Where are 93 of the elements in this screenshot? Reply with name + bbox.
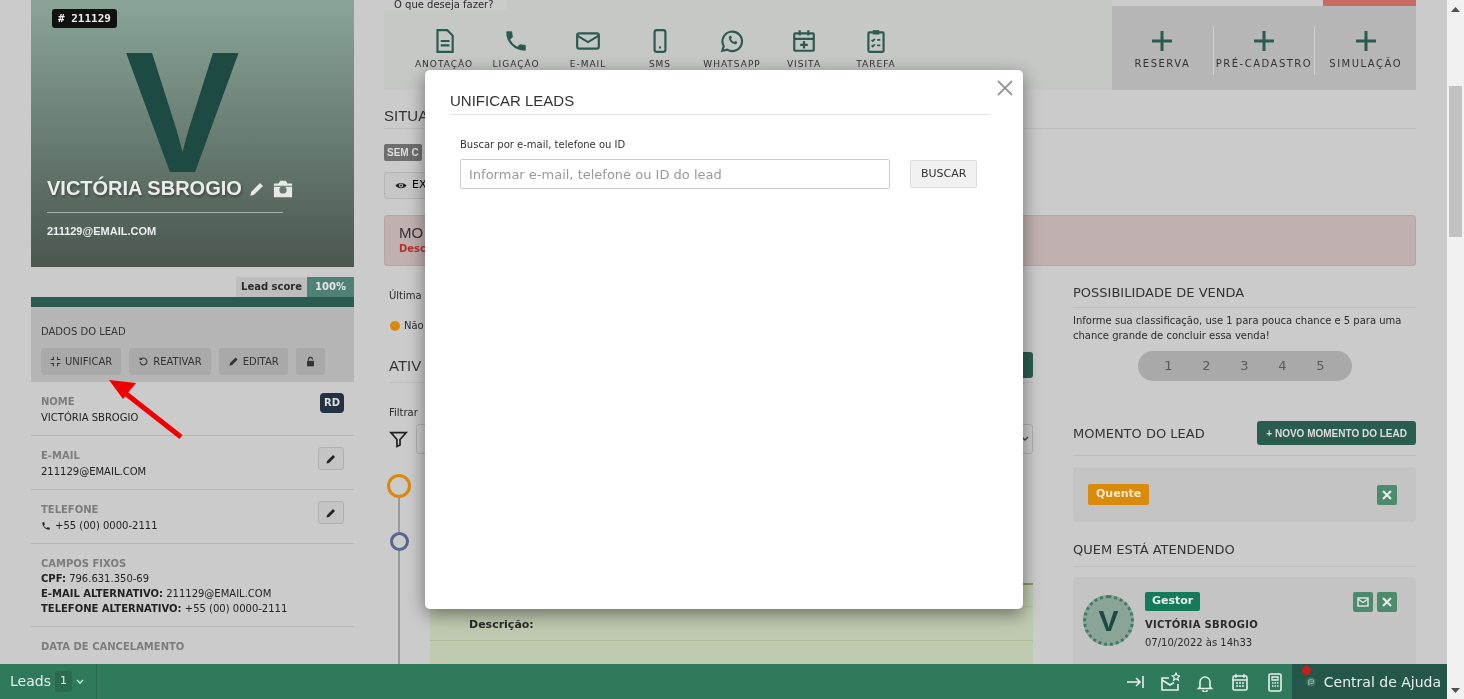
role-badge: Gestor: [1145, 592, 1201, 611]
field-line: TELEFONE ALTERNATIVO: +55 (00) 0000-2111: [41, 602, 288, 616]
hint-text: Informe sua classificação, use 1 para pouca chance e 5 para uma chance grande de concluir essa venda!: [1073, 314, 1403, 343]
close-icon: [997, 79, 1013, 96]
calendar-icon: [1229, 671, 1250, 692]
phone-icon: [503, 28, 529, 54]
action-item[interactable]: TAREFA: [840, 28, 912, 72]
envelope-star-icon: [1159, 671, 1180, 692]
source-badge: RD: [320, 393, 344, 413]
add-moment-button[interactable]: + NOVO MOMENTO DO LEAD: [1257, 421, 1416, 445]
email-button[interactable]: [1353, 592, 1373, 612]
remove-button[interactable]: [1377, 484, 1397, 505]
search-field[interactable]: Informar e-mail, telefone ou ID do lead: [460, 159, 890, 189]
edit-button[interactable]: [318, 501, 344, 524]
score-label: Lead score: [236, 277, 308, 297]
edit-button[interactable]: [318, 447, 344, 470]
plus-icon: [1354, 29, 1377, 52]
field-label: NOME: [41, 395, 75, 409]
scrollbar-thumb[interactable]: [1449, 86, 1462, 237]
action-item[interactable]: SMS: [624, 28, 696, 72]
action-item[interactable]: E-MAIL: [552, 28, 624, 72]
section-heading: POSSIBILIDADE DE VENDA: [1073, 285, 1245, 300]
quick-add-button[interactable]: PRÉ-CADASTRO: [1212, 25, 1315, 75]
unify-icon: [50, 356, 61, 367]
search-button[interactable]: BUSCAR: [910, 160, 978, 188]
field-label: E-MAIL: [41, 449, 80, 463]
section-heading: ATIV: [389, 356, 422, 374]
close-icon: [1382, 489, 1392, 500]
leads-tab[interactable]: Leads 1: [0, 664, 97, 699]
field-value: 211129@EMAIL.COM: [41, 465, 147, 479]
quick-add-button[interactable]: SIMULAÇÃO: [1314, 25, 1416, 75]
action-item[interactable]: VISITA: [768, 28, 840, 72]
id-badge: # 211129: [52, 9, 117, 28]
eye-icon: [395, 181, 407, 190]
filter-icon[interactable]: [389, 430, 408, 448]
alert-text: Desc: [399, 242, 426, 256]
field-line: CPF: 796.631.350-69: [41, 572, 150, 586]
status-text: Não: [404, 319, 424, 333]
section-heading: MOMENTO DO LEAD: [1073, 425, 1205, 441]
field-value: VICTÓRIA SBROGIO: [41, 411, 139, 425]
action-item[interactable]: ANOTAÇÃO: [408, 28, 480, 72]
score-value: 100%: [307, 277, 354, 297]
remove-button[interactable]: [1377, 592, 1397, 612]
field-label: Buscar por e-mail, telefone ou ID: [460, 138, 627, 152]
lock-button[interactable]: [295, 348, 325, 375]
camera-icon[interactable]: [271, 178, 294, 199]
avatar-letter: V: [125, 50, 240, 176]
quick-add-button[interactable]: RESERVA: [1112, 25, 1213, 75]
scroll-up-icon[interactable]: [1451, 7, 1460, 12]
status-badge: SEM C: [384, 144, 422, 161]
section-title: DADOS DO LEAD: [41, 325, 127, 339]
scroll-down-icon[interactable]: [1451, 688, 1460, 693]
close-button[interactable]: [995, 78, 1015, 98]
lead-name: VICTÓRIA SBROGIO: [47, 177, 242, 200]
field-label: Última: [389, 288, 422, 303]
plus-icon: [1151, 29, 1174, 52]
description-label: Descrição:: [469, 617, 534, 633]
action-item[interactable]: WHATSAPP: [696, 28, 768, 72]
pencil-icon: [325, 506, 337, 519]
attendant-date: 07/10/2022 às 14h33: [1145, 635, 1254, 650]
action-item[interactable]: LIGAÇÃO: [480, 28, 552, 72]
alert-title: MO: [399, 224, 424, 241]
tab-label: Leads: [10, 672, 51, 691]
attendant-name: VICTÓRIA SBROGIO: [1145, 617, 1260, 632]
tag: Quente: [1088, 484, 1150, 505]
close-icon: [1382, 597, 1392, 607]
envelope-icon: [1357, 597, 1369, 607]
help-button[interactable]: Central de Ajuda: [1292, 664, 1447, 699]
field-label: CAMPOS FIXOS: [41, 557, 127, 571]
avatar: V: [1083, 595, 1134, 646]
action-button[interactable]: [1023, 352, 1033, 378]
chevron-down-icon: [75, 678, 84, 685]
plus-icon: [1253, 29, 1275, 52]
field-label: DATA DE CANCELAMENTO: [41, 640, 185, 654]
section-heading: QUEM ESTÁ ATENDENDO: [1073, 542, 1235, 557]
prompt-text: O que deseja fazer?: [384, 0, 506, 10]
pencil-icon: [325, 452, 337, 465]
modal-title: UNIFICAR LEADS: [450, 92, 990, 115]
lock-icon: [304, 356, 316, 367]
action-button[interactable]: REATIVAR: [129, 348, 211, 375]
pencil-icon: [227, 356, 239, 367]
action-button[interactable]: EDITAR: [218, 348, 288, 375]
calendar-plus-icon: [791, 28, 817, 54]
action-button[interactable]: UNIFICAR: [41, 348, 122, 375]
tab-count: 1: [54, 671, 72, 692]
undo-icon: [138, 356, 150, 367]
field-line: E-MAIL ALTERNATIVO: 211129@EMAIL.COM: [41, 587, 272, 601]
phone-icon: [41, 521, 51, 531]
filter-label: Filtrar: [389, 406, 418, 420]
chat-bubble-icon: [719, 28, 745, 54]
field-label: TELEFONE: [41, 503, 99, 517]
lead-email: 211129@EMAIL.COM: [47, 225, 158, 237]
field-value: +55 (00) 0000-2111: [55, 519, 158, 533]
